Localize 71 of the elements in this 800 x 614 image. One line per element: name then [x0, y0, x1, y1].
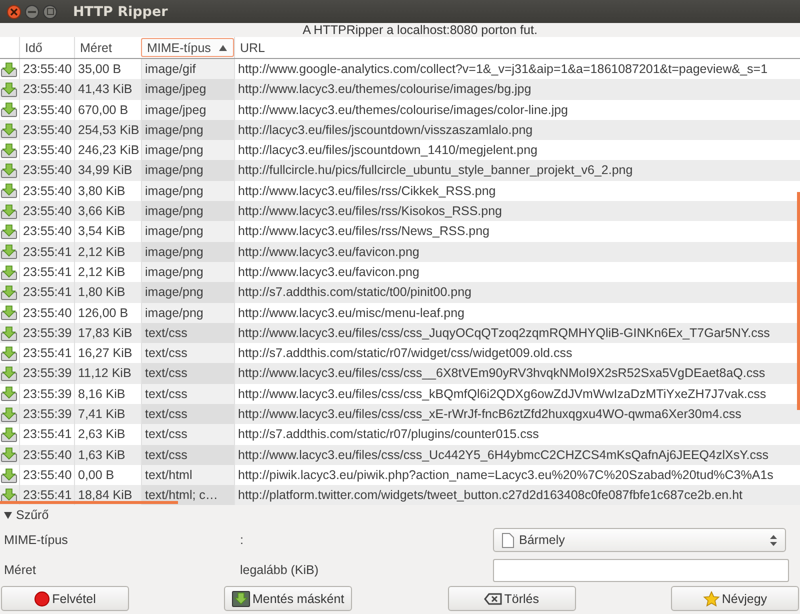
table-cell: http://platform.twitter.com/widgets/tweet_button.c27d2d163408c0fe087fbfe1c687ce2b.en.ht — [234, 485, 800, 505]
mime-type-dropdown[interactable]: Bármely — [493, 528, 786, 552]
download-icon — [1, 326, 17, 340]
size-field[interactable] — [493, 558, 789, 582]
minimize-icon[interactable] — [25, 4, 39, 18]
field-qualifier: legalább (KiB) — [240, 563, 320, 577]
table-cell: text/css — [141, 384, 234, 404]
table-cell: text/css — [141, 322, 234, 344]
table-cell: image/jpeg — [141, 79, 234, 100]
table-cell: image/png — [141, 201, 234, 222]
download-icon — [1, 346, 17, 361]
download-icon — [1, 102, 17, 118]
table-cell: text/css — [141, 363, 234, 384]
download-icon — [1, 284, 17, 300]
record-button[interactable]: Felvétel — [1, 586, 129, 611]
table-cell: image/png — [141, 221, 234, 242]
table-cell: text/html — [141, 464, 234, 486]
table-cell: image/png — [141, 180, 234, 202]
download-icon — [1, 204, 17, 219]
download-icon — [1, 468, 17, 483]
download-icon — [1, 386, 17, 402]
status-message: A HTTPRipper a localhost:8080 porton fut. — [302, 23, 538, 37]
column-header[interactable]: URL — [234, 37, 800, 58]
download-icon — [1, 426, 17, 442]
table-cell: image/jpeg — [141, 100, 234, 120]
download-icon — [1, 366, 17, 382]
table-cell: image/png — [141, 140, 234, 160]
download-icon — [232, 590, 250, 606]
record-icon — [34, 590, 50, 606]
window-title: HTTP Ripper — [73, 4, 168, 20]
close-icon[interactable] — [7, 4, 21, 18]
download-icon — [1, 447, 17, 462]
maximize-icon[interactable] — [43, 4, 57, 18]
download-icon — [1, 406, 17, 422]
save-as-button[interactable]: Mentés másként — [224, 586, 352, 611]
download-icon — [1, 163, 17, 178]
download-icon — [1, 244, 17, 260]
column-header[interactable]: Idő — [19, 37, 74, 58]
about-button[interactable]: Névjegy — [670, 586, 799, 611]
filter-expander[interactable]: Szűrő — [0, 505, 800, 525]
table-cell: text/css — [141, 424, 234, 445]
field-label: MIME-típus — [4, 533, 69, 547]
table-cell: image/png — [141, 302, 234, 323]
table-cell: image/png — [141, 282, 234, 303]
column-header[interactable]: MIME-típus — [141, 38, 234, 57]
download-icon — [1, 82, 17, 97]
expander-icon — [4, 512, 12, 518]
star-icon — [702, 590, 720, 606]
table-cell: text/css — [141, 343, 234, 364]
spinner-arrows-icon — [770, 534, 777, 546]
document-icon — [502, 532, 514, 548]
download-icon — [1, 62, 17, 77]
download-icon — [1, 183, 17, 198]
download-icon — [1, 264, 17, 280]
table-cell: image/png — [141, 120, 234, 140]
table-cell: text/css — [141, 444, 234, 465]
download-icon — [1, 122, 17, 138]
table-cell: text/html; c… — [141, 485, 234, 505]
field-qualifier: : — [240, 533, 244, 547]
table-cell: text/css — [141, 404, 234, 424]
sort-up-icon — [218, 44, 227, 50]
field-label: Méret — [4, 563, 37, 577]
backspace-icon — [484, 592, 502, 604]
table-cell: image/png — [141, 262, 234, 282]
download-icon — [1, 142, 17, 158]
download-icon — [1, 305, 17, 320]
table-cell: image/png — [141, 160, 234, 181]
clear-button[interactable]: Törlés — [448, 586, 576, 611]
download-icon — [1, 224, 17, 240]
table-cell: image/png — [141, 242, 234, 262]
table-cell: image/gif — [141, 59, 234, 80]
